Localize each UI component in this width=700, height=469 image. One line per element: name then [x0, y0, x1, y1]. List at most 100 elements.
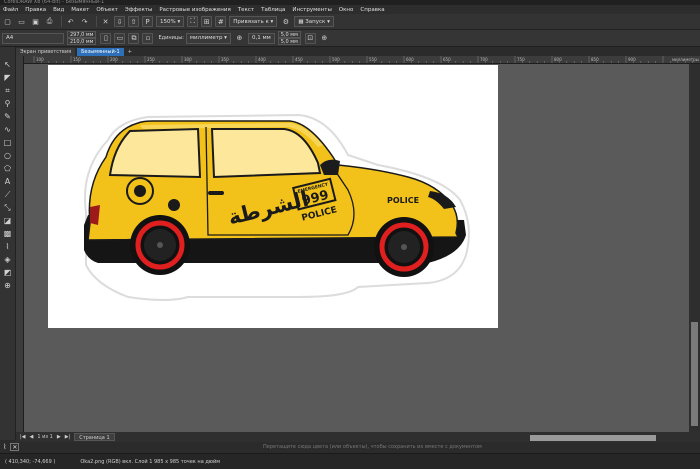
ruler-label: 350 [221, 57, 229, 62]
connector-tool-icon[interactable]: ⤡ [2, 202, 13, 213]
print-icon[interactable]: ⎙ [44, 16, 55, 27]
drop-shadow-icon[interactable]: ◪ [2, 215, 13, 226]
add-tool-icon[interactable]: ⊕ [2, 280, 13, 291]
color-tools: ⌇ ✕ [0, 442, 60, 452]
publish-pdf-icon[interactable]: P [142, 16, 153, 27]
options-gear-icon[interactable]: ⚙ [280, 16, 291, 27]
new-tab-icon[interactable]: + [125, 48, 134, 56]
document-tabs: Экран приветствия Безымянный-1 + [16, 47, 700, 56]
text-tool-icon[interactable]: A [2, 176, 13, 187]
tab-welcome[interactable]: Экран приветствия [16, 48, 76, 56]
eyedropper-tool-icon[interactable]: ⌇ [2, 241, 13, 252]
export-icon[interactable]: ⇧ [128, 16, 139, 27]
separator [96, 16, 97, 27]
first-page-icon[interactable]: |◀ [20, 434, 26, 440]
app-launcher-icon: ▦ [298, 18, 306, 25]
prev-page-icon[interactable]: ◀ [30, 434, 34, 440]
no-color-icon[interactable]: ✕ [10, 443, 20, 451]
ruler-label: 150 [73, 57, 81, 62]
police-emblem-center [134, 185, 146, 197]
undo-icon[interactable]: ↶ [65, 16, 76, 27]
save-icon[interactable]: ▣ [30, 16, 41, 27]
current-page-icon[interactable]: ▫ [142, 32, 154, 44]
page-size-dropdown[interactable]: A4 [2, 32, 64, 44]
police-car-artwork[interactable]: الشرطة EMERGENCY 999 POLICE POLICE [48, 65, 498, 328]
menu-object[interactable]: Объект [96, 7, 118, 13]
duplicate-x-field[interactable]: 5,0 мм [277, 31, 301, 38]
vertical-scrollbar[interactable] [689, 64, 700, 432]
horizontal-scroll-thumb[interactable] [530, 435, 656, 441]
menu-tools[interactable]: Инструменты [292, 7, 331, 13]
zoom-level: 150% [160, 18, 176, 25]
ellipse-tool-icon[interactable]: ○ [2, 150, 13, 161]
parallel-dimension-icon[interactable]: ⟋ [2, 189, 13, 200]
shape-tool-icon[interactable]: ◤ [2, 72, 13, 83]
nudge-field[interactable]: 0,1 мм [247, 32, 275, 44]
snap-dropdown[interactable]: Привязать к ▾ [229, 16, 278, 27]
interactive-fill-icon[interactable]: ◈ [2, 254, 13, 265]
front-wheel [374, 217, 434, 277]
vertical-scroll-thumb[interactable] [691, 322, 698, 426]
rectangle-tool-icon[interactable]: □ [2, 137, 13, 148]
horizontal-ruler[interactable]: 100 150 200 250 300 350 400 450 500 550 600 650 700 7… [24, 56, 700, 64]
next-page-icon[interactable]: ▶ [57, 434, 61, 440]
transparency-tool-icon[interactable]: ▩ [2, 228, 13, 239]
launch-dropdown[interactable]: ▦ Запуск ▾ [294, 16, 334, 27]
last-page-icon[interactable]: ▶| [65, 434, 71, 440]
tab-document[interactable]: Безымянный-1 [77, 48, 124, 56]
rear-hub-center [157, 242, 163, 248]
launch-label: Запуск [305, 18, 326, 25]
drawing-page[interactable]: الشرطة EMERGENCY 999 POLICE POLICE [48, 65, 498, 328]
menu-edit[interactable]: Правка [25, 7, 46, 13]
show-rulers-icon[interactable]: ⊞ [201, 16, 213, 27]
page-width-field[interactable]: 297,0 мм [67, 31, 97, 38]
menu-table[interactable]: Таблица [261, 7, 285, 13]
ruler-label: 300 [184, 57, 192, 62]
import-icon[interactable]: ⇩ [114, 16, 125, 27]
hood-police-text: POLICE [387, 196, 419, 205]
menu-effects[interactable]: Эффекты [125, 7, 153, 13]
drawing-canvas[interactable]: الشرطة EMERGENCY 999 POLICE POLICE [24, 64, 689, 432]
freehand-tool-icon[interactable]: ✎ [2, 111, 13, 122]
ruler-label: миллиметры [672, 57, 699, 62]
duplicate-y-field[interactable]: 5,0 мм [277, 38, 301, 45]
smart-fill-icon[interactable]: ◩ [2, 267, 13, 278]
ruler-label: 450 [295, 57, 303, 62]
treat-as-filled-icon[interactable]: ⊡ [304, 32, 316, 44]
crop-tool-icon[interactable]: ⌗ [2, 85, 13, 96]
search-content-icon[interactable]: ✕ [100, 16, 111, 27]
portrait-icon[interactable]: ▯ [100, 32, 112, 44]
new-document-icon[interactable]: ▢ [2, 16, 13, 27]
ruler-label: 100 [36, 57, 44, 62]
polygon-tool-icon[interactable]: ⬠ [2, 163, 13, 174]
menu-text[interactable]: Текст [238, 7, 254, 13]
landscape-icon[interactable]: ▭ [114, 32, 126, 44]
open-icon[interactable]: ▭ [16, 16, 27, 27]
nudge-icon: ⊕ [236, 34, 243, 42]
toolbox: ↖ ◤ ⌗ ⚲ ✎ ∿ □ ○ ⬠ A ⟋ ⤡ ◪ ▩ ⌇ ◈ ◩ ⊕ [0, 47, 16, 440]
page-tab[interactable]: Страница 1 [74, 433, 115, 441]
artistic-media-icon[interactable]: ∿ [2, 124, 13, 135]
menu-layout[interactable]: Макет [71, 7, 89, 13]
all-pages-icon[interactable]: ⧉ [128, 32, 140, 44]
zoom-tool-icon[interactable]: ⚲ [2, 98, 13, 109]
ruler-label: 850 [591, 57, 599, 62]
redo-icon[interactable]: ↷ [79, 16, 90, 27]
eyedropper-icon[interactable]: ⌇ [3, 443, 6, 451]
page-height-field[interactable]: 210,0 мм [67, 38, 97, 45]
menu-window[interactable]: Окно [339, 7, 354, 13]
menu-bitmaps[interactable]: Растровые изображения [159, 7, 230, 13]
vertical-ruler[interactable] [16, 56, 24, 432]
units-dropdown[interactable]: миллиметр ▾ [185, 32, 231, 44]
full-screen-icon[interactable]: ⛶ [187, 16, 199, 27]
menu-help[interactable]: Справка [360, 7, 384, 13]
nudge-value: 0,1 мм [251, 35, 271, 41]
ruler-label: 600 [406, 57, 414, 62]
menu-view[interactable]: Вид [53, 7, 64, 13]
pick-tool-icon[interactable]: ↖ [2, 59, 13, 70]
show-grid-icon[interactable]: # [215, 16, 227, 27]
zoom-dropdown[interactable]: 150% ▾ [156, 16, 185, 27]
menu-file[interactable]: Файл [3, 7, 18, 13]
add-preset-icon[interactable]: ⊕ [319, 33, 330, 44]
property-bar: A4 297,0 мм 210,0 мм ▯ ▭ ⧉ ▫ Единицы: ми… [0, 30, 700, 47]
